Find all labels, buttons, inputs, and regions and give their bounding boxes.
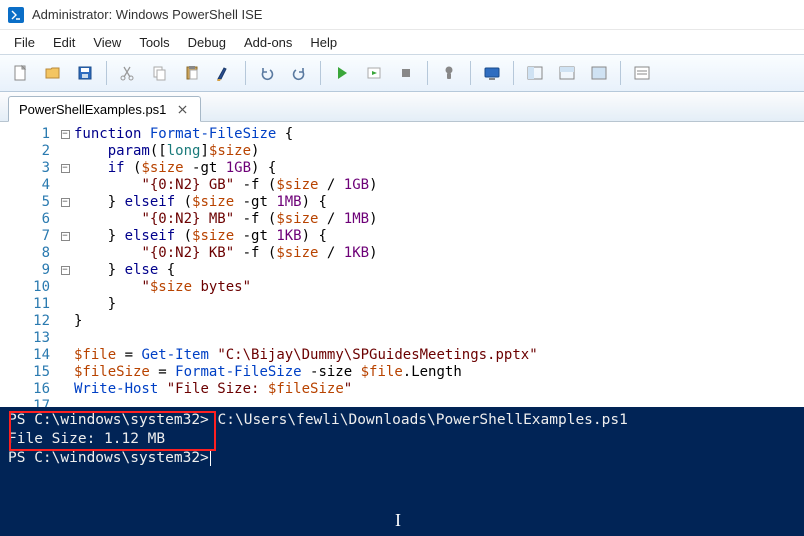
separator <box>320 61 321 85</box>
menu-help[interactable]: Help <box>302 33 345 52</box>
tab-close-button[interactable] <box>174 101 190 117</box>
separator <box>513 61 514 85</box>
stop-button[interactable] <box>391 59 421 87</box>
console-output: File Size: 1.12 MB <box>8 430 796 449</box>
remote-button[interactable] <box>477 59 507 87</box>
open-file-button[interactable] <box>38 59 68 87</box>
clear-button[interactable] <box>209 59 239 87</box>
tab-strip: PowerShellExamples.ps1 <box>0 92 804 122</box>
code-body[interactable]: function Format-FileSize { param([long]$… <box>74 122 804 407</box>
layout-top-button[interactable] <box>552 59 582 87</box>
file-tab[interactable]: PowerShellExamples.ps1 <box>8 96 201 122</box>
menu-addons[interactable]: Add-ons <box>236 33 300 52</box>
paste-button[interactable] <box>177 59 207 87</box>
menu-view[interactable]: View <box>85 33 129 52</box>
separator <box>620 61 621 85</box>
menu-file[interactable]: File <box>6 33 43 52</box>
run-selection-button[interactable] <box>359 59 389 87</box>
separator <box>427 61 428 85</box>
separator <box>470 61 471 85</box>
undo-button[interactable] <box>252 59 282 87</box>
menu-debug[interactable]: Debug <box>180 33 234 52</box>
menu-edit[interactable]: Edit <box>45 33 83 52</box>
menu-bar: File Edit View Tools Debug Add-ons Help <box>0 30 804 54</box>
separator <box>106 61 107 85</box>
save-button[interactable] <box>70 59 100 87</box>
menu-tools[interactable]: Tools <box>131 33 177 52</box>
run-button[interactable] <box>327 59 357 87</box>
cut-button[interactable] <box>113 59 143 87</box>
line-gutter: 1234567891011121314151617 <box>0 122 56 407</box>
redo-button[interactable] <box>284 59 314 87</box>
separator <box>245 61 246 85</box>
fold-column: −−−−− <box>56 122 74 407</box>
layout-side-button[interactable] <box>520 59 550 87</box>
new-file-button[interactable] <box>6 59 36 87</box>
tab-label: PowerShellExamples.ps1 <box>19 102 166 117</box>
console-line: PS C:\windows\system32> C:\Users\fewli\D… <box>8 411 796 430</box>
app-icon <box>8 7 24 23</box>
code-editor[interactable]: 1234567891011121314151617 −−−−− function… <box>0 122 804 407</box>
layout-full-button[interactable] <box>584 59 614 87</box>
window-title: Administrator: Windows PowerShell ISE <box>32 7 262 22</box>
commands-button[interactable] <box>627 59 657 87</box>
console-prompt: PS C:\windows\system32> <box>8 449 796 468</box>
title-bar: Administrator: Windows PowerShell ISE <box>0 0 804 30</box>
toolbar <box>0 54 804 92</box>
cursor-icon <box>210 450 211 466</box>
copy-button[interactable] <box>145 59 175 87</box>
ibeam-cursor-icon: I <box>395 511 401 530</box>
breakpoint-button[interactable] <box>434 59 464 87</box>
console-pane[interactable]: PS C:\windows\system32> C:\Users\fewli\D… <box>0 407 804 536</box>
